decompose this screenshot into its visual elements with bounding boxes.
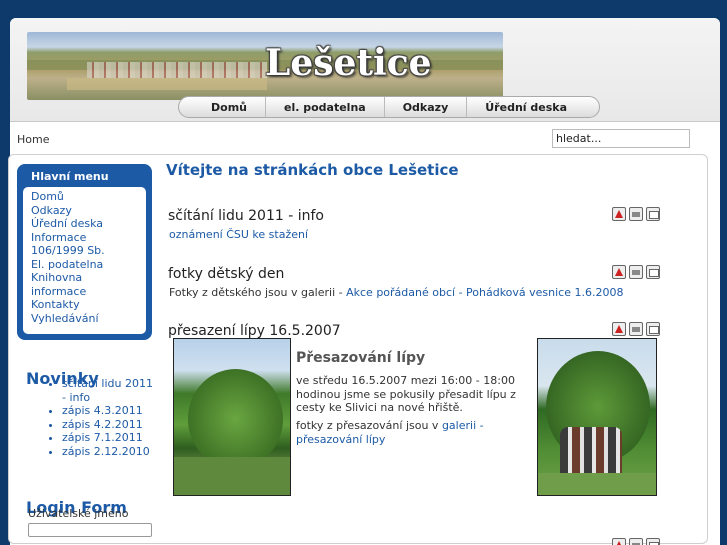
news-link[interactable]: zápis 2.12.2010	[62, 445, 150, 458]
main-menu: Hlavní menu Domů Odkazy Úřední deska Inf…	[17, 164, 152, 340]
menu-item-informace-106[interactable]: Informace 106/1999 Sb.	[31, 231, 105, 258]
main-menu-title: Hlavní menu	[31, 170, 109, 183]
news-link[interactable]: sčítání lidu 2011 - info	[62, 377, 153, 404]
nav-uredni-deska[interactable]: Úřední deska	[466, 97, 585, 117]
article-title[interactable]: sčítání lidu 2011 - info	[168, 208, 324, 224]
search-input[interactable]	[552, 129, 690, 148]
print-icon[interactable]	[629, 265, 643, 279]
print-icon[interactable]	[629, 538, 643, 545]
print-icon[interactable]	[629, 322, 643, 336]
article-title[interactable]: fotky dětský den	[168, 266, 284, 282]
nav-el-podatelna[interactable]: el. podatelna	[264, 97, 384, 117]
email-icon[interactable]	[646, 207, 660, 221]
news-item: zápis 7.1.2011	[62, 431, 158, 445]
article-icons	[612, 265, 660, 279]
print-icon[interactable]	[629, 207, 643, 221]
pdf-icon[interactable]	[612, 207, 626, 221]
news-item: zápis 4.3.2011	[62, 404, 158, 418]
article-icons	[612, 207, 660, 221]
news-item: zápis 4.2.2011	[62, 418, 158, 432]
header-banner[interactable]: Lešetice	[27, 32, 503, 100]
page-title: Vítejte na stránkách obce Lešetice	[166, 161, 459, 179]
news-item: sčítání lidu 2011 - info	[62, 377, 158, 404]
breadcrumb[interactable]: Home	[17, 133, 49, 146]
nav-home[interactable]: Domů	[193, 97, 265, 117]
news-link[interactable]: zápis 4.2.2011	[62, 418, 143, 431]
email-icon[interactable]	[646, 322, 660, 336]
news-link[interactable]: zápis 4.3.2011	[62, 404, 143, 417]
pdf-icon[interactable]	[612, 265, 626, 279]
menu-item-domu[interactable]: Domů	[31, 190, 64, 203]
menu-item-informace[interactable]: informace	[31, 285, 86, 298]
menu-item-el-podatelna[interactable]: El. podatelna	[31, 258, 103, 271]
photo-group[interactable]	[537, 338, 657, 496]
photo-tree[interactable]	[173, 338, 291, 496]
menu-item-knihovna[interactable]: Knihovna	[31, 271, 82, 284]
email-icon[interactable]	[646, 538, 660, 545]
menu-item-vyhledavani[interactable]: Vyhledávání	[31, 312, 99, 325]
top-navigation: Domů el. podatelna Odkazy Úřední deska	[178, 96, 600, 118]
menu-item-kontakty[interactable]: Kontakty	[31, 298, 80, 311]
menu-item-odkazy[interactable]: Odkazy	[31, 204, 72, 217]
nav-odkazy[interactable]: Odkazy	[383, 97, 467, 117]
article-title[interactable]: přesazení lípy 16.5.2007	[168, 323, 341, 339]
pdf-icon[interactable]	[612, 538, 626, 545]
article-link[interactable]: Akce pořádané obcí - Pohádková vesnice 1…	[346, 286, 623, 299]
menu-item-uredni-deska[interactable]: Úřední deska	[31, 217, 103, 230]
article-icons	[612, 538, 660, 545]
email-icon[interactable]	[646, 265, 660, 279]
article-subtitle: Přesazování lípy	[296, 350, 426, 366]
username-field[interactable]	[28, 523, 152, 537]
username-label: Uživatelské jméno	[28, 507, 129, 520]
news-list: sčítání lidu 2011 - info zápis 4.3.2011 …	[48, 377, 158, 459]
article-icons	[612, 322, 660, 336]
news-link[interactable]: zápis 7.1.2011	[62, 431, 143, 444]
article-paragraph: fotky z přesazování jsou v galerii - pře…	[296, 419, 484, 446]
pdf-icon[interactable]	[612, 322, 626, 336]
article-text: Fotky z dětského jsou v galerii -	[169, 286, 347, 299]
site-title: Lešetice	[265, 42, 432, 84]
article-link[interactable]: oznámení ČSU ke stažení	[169, 228, 308, 241]
article-paragraph: ve středu 16.5.2007 mezi 16:00 - 18:00 h…	[296, 374, 516, 415]
news-item: zápis 2.12.2010	[62, 445, 158, 459]
